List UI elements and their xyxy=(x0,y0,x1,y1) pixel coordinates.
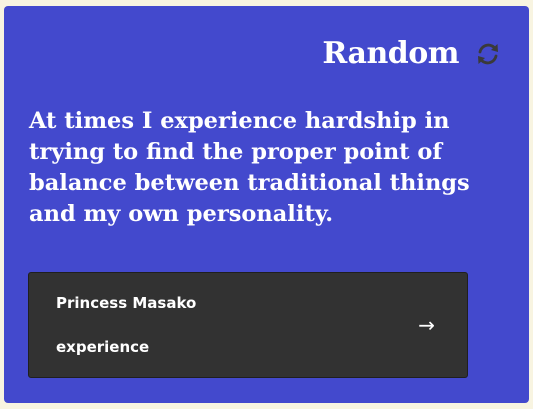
quote-tag: experience xyxy=(56,338,150,356)
refresh-icon[interactable] xyxy=(473,39,503,69)
quote-text: At times I experience hardship in trying… xyxy=(29,108,470,227)
quote-card: Random At times I experience hardship in… xyxy=(4,6,529,403)
quote-author: Princess Masako xyxy=(56,294,197,312)
card-title: Random xyxy=(322,36,459,71)
arrow-right-icon: → xyxy=(418,313,435,337)
quote-source-link[interactable]: Princess Masako experience → xyxy=(28,272,468,378)
card-header: Random xyxy=(322,36,503,71)
